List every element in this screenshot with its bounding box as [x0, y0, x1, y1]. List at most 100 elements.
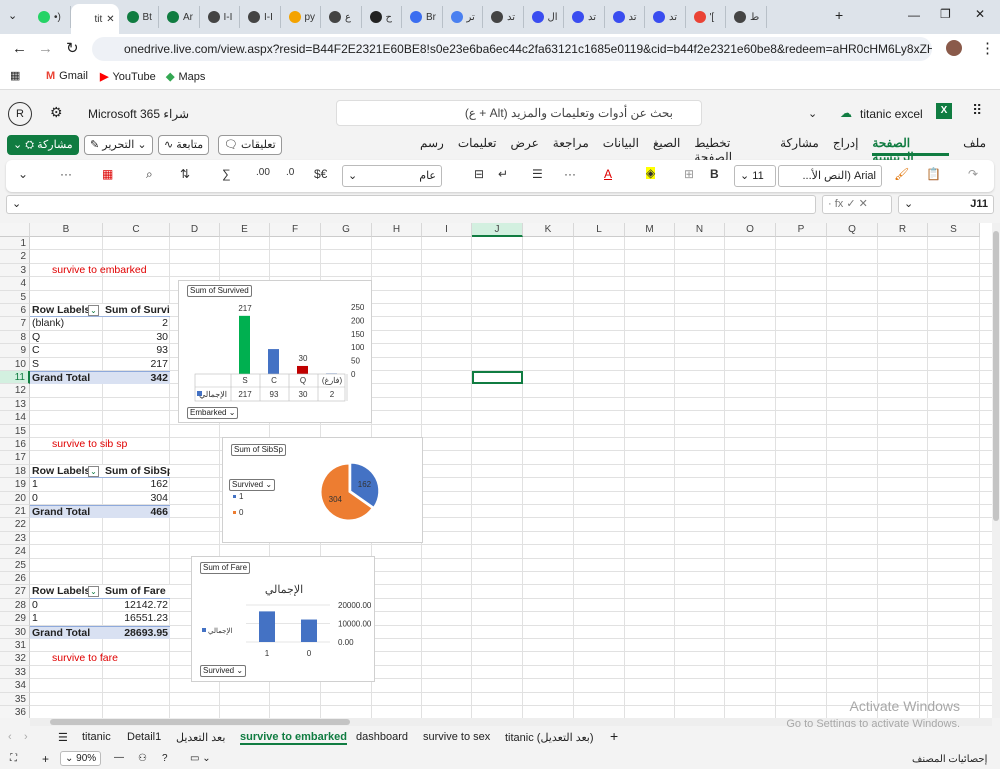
row-header[interactable]: 34	[0, 679, 30, 693]
cell-C21[interactable]: 466	[103, 505, 170, 519]
row-header[interactable]: 1	[0, 237, 30, 251]
menu-icon[interactable]: ⋮	[980, 39, 995, 57]
view-icon[interactable]: ▭ ⌄	[190, 753, 211, 764]
column-header[interactable]: J	[472, 223, 523, 237]
font-color-icon[interactable]: A	[604, 167, 612, 181]
row-header[interactable]: 31	[0, 639, 30, 653]
sheet-tab[interactable]: survive to embarked	[240, 731, 347, 745]
user-avatar[interactable]: R	[8, 102, 32, 126]
buy-m365-link[interactable]: Microsoft 365 شراء	[88, 107, 189, 121]
cell-B11[interactable]: Grand Total	[30, 371, 103, 385]
row-header[interactable]: 9	[0, 344, 30, 358]
row-header[interactable]: 25	[0, 558, 30, 572]
bold-button[interactable]: B	[710, 167, 719, 181]
cell-B29[interactable]: 1	[30, 612, 103, 625]
row-header[interactable]: 23	[0, 531, 30, 546]
browser-tab[interactable]: ال	[524, 6, 564, 28]
row-header[interactable]: 6	[0, 304, 30, 318]
axis-field-button[interactable]: Survived ⌄	[229, 479, 276, 491]
column-header[interactable]: F	[270, 223, 321, 237]
cell-C28[interactable]: 12142.72	[103, 599, 170, 612]
font-size-dropdown[interactable]: ⌄ 11	[734, 165, 776, 187]
menu-tab[interactable]: مشاركة	[780, 136, 819, 156]
values-field-button[interactable]: Sum of Fare	[200, 562, 251, 574]
borders-icon[interactable]: ⊞	[684, 167, 694, 181]
filter-dropdown-icon[interactable]: ⌄	[88, 586, 99, 598]
font-name-dropdown[interactable]: Arial (النص الأ...	[778, 165, 882, 187]
autosum-icon[interactable]: ∑	[222, 167, 231, 181]
cell-C7[interactable]: 2	[103, 317, 170, 330]
cell-C29[interactable]: 16551.23	[103, 612, 170, 625]
row-header[interactable]: 12	[0, 384, 30, 398]
minimize-icon[interactable]: —	[908, 8, 920, 22]
merge-center-icon[interactable]: ⊟	[474, 167, 484, 181]
axis-field-button[interactable]: Survived ⌄	[200, 665, 247, 677]
column-header[interactable]: Q	[827, 223, 878, 237]
cell-B9[interactable]: C	[30, 344, 103, 357]
browser-tab[interactable]: تد	[645, 6, 686, 28]
row-header[interactable]: 21	[0, 505, 30, 519]
row-header[interactable]: 17	[0, 451, 30, 465]
profile-avatar[interactable]	[946, 40, 962, 56]
all-sheets-icon[interactable]: ☰	[58, 731, 68, 744]
help-icon[interactable]: ?	[162, 753, 168, 764]
cell-C19[interactable]: 162	[103, 478, 170, 491]
row-header[interactable]: 22	[0, 518, 30, 532]
number-format-dropdown[interactable]: ⌄ عام	[342, 165, 442, 187]
cell-C30[interactable]: 28693.95	[103, 625, 170, 639]
row-header[interactable]: 7	[0, 317, 30, 331]
browser-tab[interactable]: تد	[483, 6, 524, 28]
row-header[interactable]: 8	[0, 330, 30, 345]
browser-tab[interactable]: I-I	[200, 6, 240, 28]
conditional-format-icon[interactable]: ▦	[102, 167, 113, 181]
bookmark-youtube[interactable]: ▶ YouTube	[100, 70, 156, 84]
menu-tab[interactable]: تخطيط الصفحة	[694, 136, 766, 164]
row-header[interactable]: 3	[0, 263, 30, 278]
row-header[interactable]: 16	[0, 438, 30, 452]
menu-tab[interactable]: عرض	[510, 136, 538, 156]
cell-B30[interactable]: Grand Total	[30, 625, 103, 639]
cell-C18[interactable]: Sum of SibSp	[103, 464, 170, 479]
filter-dropdown-icon[interactable]: ⌄	[88, 305, 99, 316]
values-field-button[interactable]: Sum of Survived	[187, 285, 252, 297]
row-header[interactable]: 29	[0, 612, 30, 626]
browser-tab[interactable]: تد	[605, 6, 645, 28]
accessibility-icon[interactable]: ⚇	[138, 753, 147, 764]
menu-tab[interactable]: رسم	[420, 136, 444, 156]
fare-by-survived-chart[interactable]: الإجمالي 0.00 10000.00 20000.00 1 0 الإجمالي Su…	[191, 556, 375, 682]
column-header[interactable]: C	[103, 223, 170, 237]
row-header[interactable]: 30	[0, 625, 30, 639]
share-button[interactable]: مشاركة ⛭ ⌄	[7, 135, 79, 155]
column-header[interactable]: I	[422, 223, 472, 237]
fill-color-icon[interactable]: ◈	[646, 167, 656, 179]
row-header[interactable]: 33	[0, 665, 30, 680]
decrease-decimal-icon[interactable]: .0	[286, 167, 294, 178]
format-painter-icon[interactable]: 🖌	[894, 167, 909, 181]
row-header[interactable]: 24	[0, 545, 30, 559]
browser-tab[interactable]: تر	[443, 6, 483, 28]
browser-tab[interactable]: '[	[686, 6, 726, 28]
reload-icon[interactable]: ↻	[66, 39, 79, 57]
sheet-tab[interactable]: titanic	[82, 731, 111, 743]
values-field-button[interactable]: Sum of SibSp	[231, 444, 286, 456]
browser-tab[interactable]: Bt	[119, 6, 159, 28]
follow-button[interactable]: متابعة ∿	[158, 135, 210, 155]
column-header[interactable]: N	[675, 223, 725, 237]
column-header[interactable]: D	[170, 223, 220, 237]
zoom-out-button[interactable]: —	[114, 752, 124, 763]
more-format-icon[interactable]: ···	[564, 167, 576, 181]
cell-C20[interactable]: 304	[103, 492, 170, 505]
row-header[interactable]: 5	[0, 290, 30, 304]
column-header[interactable]: H	[372, 223, 422, 237]
sibsp-by-survived-pie-chart[interactable]: 1 0 162 304 Sum of SibSp Survived ⌄	[222, 437, 423, 543]
column-header[interactable]: G	[321, 223, 372, 237]
spreadsheet-grid[interactable]: B C D E F G H I J K L M N O P Q R S 1 2 3 4 5 6 7 8 9 10 11 12 13 14 15 1…	[0, 223, 992, 718]
paste-icon[interactable]: 📋	[926, 167, 941, 181]
column-header[interactable]: M	[625, 223, 675, 237]
browser-tab[interactable]: tit ✕	[70, 4, 119, 34]
cell-C8[interactable]: 30	[103, 331, 170, 344]
browser-tab[interactable]: Br	[402, 6, 443, 28]
cell-C9[interactable]: 93	[103, 344, 170, 357]
sheet-tab[interactable]: survive to sex	[423, 731, 490, 743]
menu-tab[interactable]: مراجعة	[553, 136, 589, 156]
